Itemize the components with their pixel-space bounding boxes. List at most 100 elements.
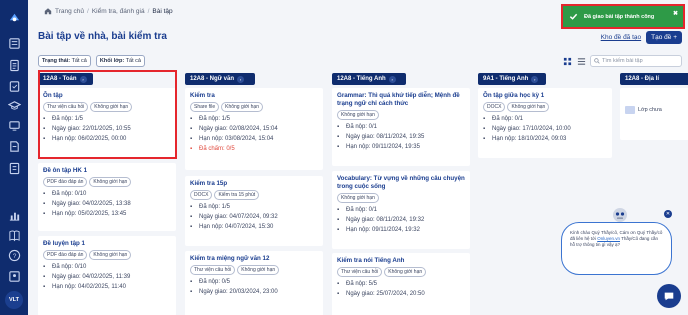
- assigned-info: ▪ Ngày giao: 17/10/2024, 10:00: [483, 126, 607, 132]
- home-icon: [44, 8, 52, 15]
- column-header[interactable]: 9A1 - Tiếng Anh ›: [478, 73, 546, 85]
- empty-state-icon: [625, 106, 635, 114]
- deadline-info: ▪ Hạn nộp: 18/10/2024, 09:03: [483, 136, 607, 142]
- assignment-icon[interactable]: [7, 79, 21, 93]
- column-header[interactable]: 12A8 - Địa lí: [620, 73, 688, 85]
- column-header[interactable]: 12A8 - Tiếng Anh ›: [332, 73, 406, 85]
- submitted-info: ▪ Đã nộp: 0/10: [43, 191, 171, 197]
- assigned-text: Ngày giao: 25/07/2024, 20:50: [346, 291, 425, 297]
- assignment-card[interactable]: Kiểm tra nói Tiếng Anh Thư viện câu hỏi K…: [332, 253, 470, 315]
- submitted-text: Đã nộp: 1/5: [199, 116, 231, 122]
- assignment-card[interactable]: Đề ôn tập HK 1 PDF đáo đáp án Không giới …: [38, 163, 176, 231]
- tag-format: DOCX: [483, 102, 506, 112]
- assigned-text: Ngày giao: 17/10/2024, 10:00: [492, 126, 571, 132]
- card-title: Kiểm tra 15p: [190, 180, 228, 187]
- chat-bubble: Kính chào Quý Thầy/cô, Cám ơn Quý Thầy/c…: [561, 222, 672, 275]
- submitted-text: Đã nộp: 0/1: [492, 116, 524, 122]
- column-header-label: 12A8 - Tiếng Anh: [337, 76, 386, 82]
- create-exam-label: Tạo đề: [651, 34, 672, 41]
- logo-icon[interactable]: [7, 10, 21, 24]
- card-tags: PDF đáo đáp án Không giới hạn: [43, 250, 171, 260]
- search-input[interactable]: Tìm kiếm bài tập: [590, 55, 682, 67]
- create-exam-button[interactable]: Tạo đề +: [646, 31, 682, 44]
- deadline-info: ▪ Hạn nộp: 09/11/2024, 19:35: [337, 144, 465, 150]
- grade-filter[interactable]: Khối lớp: Tất cả: [95, 55, 145, 67]
- card-tags: Không giới hạn: [337, 110, 465, 120]
- card-tags: Thư viện câu hỏi Không giới hạn: [337, 267, 465, 277]
- assignment-card[interactable]: Ôn tập giữa học kỳ 1 DOCX Không giới hạn …: [478, 88, 612, 158]
- assigned-info: ▪ Ngày giao: 04/07/2024, 09:32: [190, 214, 318, 220]
- graded-text: Đã chấm: 0/5: [199, 146, 235, 152]
- tag-source: Thư viện câu hỏi: [190, 265, 236, 275]
- chat-button[interactable]: [657, 284, 681, 308]
- card-title: Đề luyện tập 1: [43, 240, 85, 247]
- submitted-text: Đã nộp: 0/1: [346, 124, 378, 130]
- assignment-card[interactable]: Lớp chưa: [620, 88, 688, 140]
- assignment-card[interactable]: Kiểm tra Share file Không giới hạn ▪ Đã nộ…: [185, 88, 323, 170]
- search-icon: [594, 58, 600, 64]
- assignment-card[interactable]: Đề luyện tập 1 PDF đáo đáp án Không giới …: [38, 236, 176, 315]
- column-header-label: 9A1 - Tiếng Anh: [483, 76, 529, 82]
- help-icon[interactable]: ?: [7, 248, 21, 262]
- card-title: Ôn tập giữa học kỳ 1: [483, 92, 545, 99]
- cap-icon[interactable]: [7, 98, 21, 112]
- chat-link[interactable]: Onluyen.vn: [597, 236, 620, 241]
- breadcrumb-home[interactable]: Trang chủ: [55, 8, 84, 15]
- card-title: Kiểm tra: [190, 92, 215, 99]
- tag-time: Không giới hạn: [507, 102, 550, 112]
- grade-filter-value: Tất cả: [125, 58, 141, 64]
- page-title: Bài tập về nhà, bài kiểm tra: [38, 31, 167, 42]
- deadline-info: ▪ Hạn nộp: 04/07/2024, 15:30: [190, 224, 318, 230]
- assignment-card[interactable]: Kiểm tra miệng ngữ văn 12 Thư viện câu h…: [185, 251, 323, 315]
- assignment-card[interactable]: Vocabulary: Từ vựng về những câu chuyện …: [332, 171, 470, 249]
- avatar[interactable]: VLT: [5, 291, 23, 309]
- assignment-card[interactable]: Kiểm tra 15p DOCX Kiểm tra 15 phút ▪ Đã nộ…: [185, 176, 323, 246]
- submitted-info: ▪ Đã nộp: 0/1: [483, 116, 607, 122]
- calendar-icon: ▪: [337, 134, 340, 140]
- assigned-info: ▪ Ngày giao: 08/11/2024, 19:32: [337, 217, 465, 223]
- column-header[interactable]: 12A8 - Ngữ văn ›: [185, 73, 255, 85]
- class-icon[interactable]: [7, 118, 21, 132]
- assigned-info: ▪ Ngày giao: 08/11/2024, 19:35: [337, 134, 465, 140]
- submitted-text: Đã nộp: 5/5: [346, 281, 378, 287]
- empty-state: Lớp chưa: [625, 106, 685, 114]
- close-icon[interactable]: ✖: [673, 10, 678, 17]
- chat-close-button[interactable]: ✕: [664, 210, 672, 218]
- highlight-box: [38, 70, 177, 159]
- chevron-right-icon: ›: [237, 75, 245, 83]
- library-icon[interactable]: [7, 139, 21, 153]
- header-actions: Kho đề đã tạo Tạo đề +: [601, 31, 682, 44]
- message-icon: [664, 292, 674, 301]
- column-12a8-tieng-anh: 12A8 - Tiếng Anh › Grammar: Thì quá khứ t…: [332, 73, 472, 315]
- breadcrumb-separator: /: [87, 7, 89, 15]
- toolbar-right: Tìm kiếm bài tập: [562, 55, 682, 67]
- list-view-icon[interactable]: [576, 56, 586, 66]
- saved-exams-link[interactable]: Kho đề đã tạo: [601, 34, 641, 41]
- deadline-text: Hạn nộp: 03/08/2024, 15:04: [199, 136, 274, 142]
- submitted-info: ▪ Đã nộp: 0/1: [337, 207, 465, 213]
- assigned-info: ▪ Ngày giao: 04/02/2025, 13:38: [43, 201, 171, 207]
- breadcrumb-separator: /: [147, 7, 150, 15]
- dashboard-icon[interactable]: [7, 36, 21, 50]
- chart-icon[interactable]: [7, 208, 21, 222]
- user-icon: ▪: [190, 204, 193, 210]
- card-tags: Không giới hạn: [337, 193, 465, 203]
- toast-message: Đã giao bài tập thành công: [584, 13, 655, 20]
- tag-source: PDF đáo đáp án: [43, 177, 88, 187]
- graded-info: ▪ Đã chấm: 0/5: [190, 146, 318, 152]
- assignment-card[interactable]: Grammar: Thì quá khứ tiếp diễn; Mệnh đề …: [332, 88, 470, 166]
- clock-icon: ▪: [337, 227, 340, 233]
- document-icon[interactable]: [7, 58, 21, 72]
- status-filter[interactable]: Trạng thái: Tất cả: [38, 55, 91, 67]
- chevron-right-icon: ›: [531, 75, 539, 83]
- breadcrumb-assessment[interactable]: Kiểm tra, đánh giá: [92, 8, 145, 15]
- tag-source: Thư viện câu hỏi: [337, 267, 383, 277]
- plus-icon: +: [673, 34, 677, 41]
- tag-time: Không giới hạn: [89, 177, 132, 187]
- contact-icon[interactable]: [7, 269, 21, 283]
- grid-view-icon[interactable]: [562, 56, 572, 66]
- exam-icon[interactable]: [7, 161, 21, 175]
- tag-format: DOCX: [190, 190, 213, 200]
- book-icon[interactable]: [7, 228, 21, 242]
- tag-time: Không giới hạn: [337, 193, 379, 203]
